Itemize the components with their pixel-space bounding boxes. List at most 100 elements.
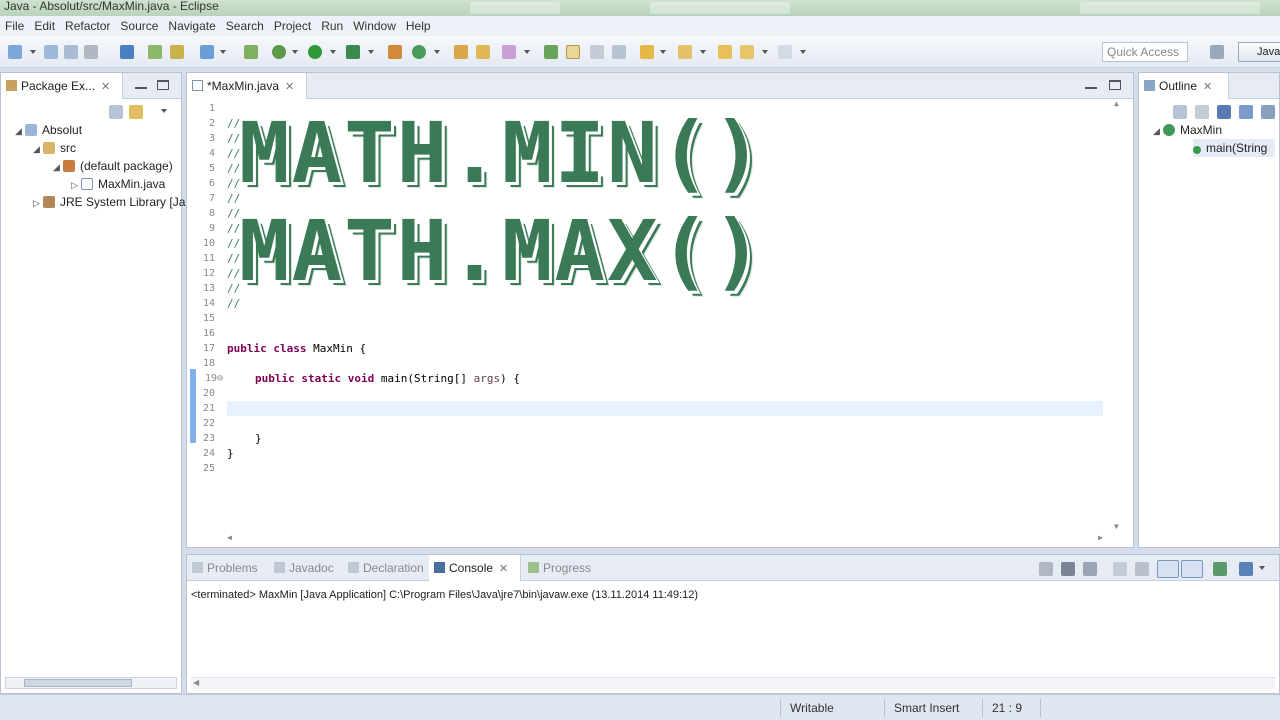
next-annotation-icon[interactable] xyxy=(544,45,558,59)
open-type-icon[interactable] xyxy=(476,45,490,59)
hide-non-public-icon[interactable] xyxy=(1261,105,1275,119)
remove-launch-icon[interactable] xyxy=(1061,562,1075,576)
quick-access-input[interactable]: Quick Access xyxy=(1102,42,1188,62)
menu-file[interactable]: File xyxy=(0,16,29,36)
refresh-dropdown-icon[interactable] xyxy=(434,50,440,54)
build-icon[interactable] xyxy=(148,45,162,59)
horizontal-scrollbar[interactable] xyxy=(5,677,177,689)
sort-icon[interactable] xyxy=(1195,105,1209,119)
scrollbar-thumb[interactable] xyxy=(24,679,132,687)
forward-dropdown-icon[interactable] xyxy=(800,50,806,54)
show-on-stdout-icon[interactable] xyxy=(1157,560,1179,578)
run-icon[interactable] xyxy=(308,45,322,59)
view-menu-icon[interactable] xyxy=(161,109,167,113)
scroll-left-icon[interactable]: ◀ xyxy=(193,678,199,687)
collapsed-icon[interactable]: ▷ xyxy=(71,176,81,194)
new-class-icon[interactable] xyxy=(388,45,402,59)
task-dropdown-icon[interactable] xyxy=(220,50,226,54)
expanded-icon[interactable]: ◢ xyxy=(53,158,63,176)
tab-console[interactable]: Console ✕ xyxy=(429,555,521,581)
menu-help[interactable]: Help xyxy=(401,16,436,36)
tab-outline[interactable]: Outline ✕ xyxy=(1139,73,1229,99)
debug-dropdown-icon[interactable] xyxy=(292,50,298,54)
scroll-left-icon[interactable]: ◀ xyxy=(227,533,232,542)
search-icon[interactable] xyxy=(502,45,516,59)
menu-window[interactable]: Window xyxy=(348,16,401,36)
hide-fields-icon[interactable] xyxy=(1217,105,1231,119)
forward-icon[interactable] xyxy=(778,45,792,59)
tree-item-src[interactable]: ◢ src xyxy=(33,139,76,157)
tree-item-project[interactable]: ◢ Absolut xyxy=(15,121,82,139)
show-whitespace-icon[interactable] xyxy=(612,45,626,59)
link-icon[interactable] xyxy=(120,45,134,59)
last-edit-icon[interactable] xyxy=(740,45,754,59)
new-dropdown-icon[interactable] xyxy=(30,50,36,54)
tab-declaration[interactable]: Declaration xyxy=(343,555,427,581)
tree-item-default-package[interactable]: ◢ (default package) xyxy=(53,157,173,175)
tab-maxmin-java[interactable]: *MaxMin.java ✕ xyxy=(187,73,307,99)
block-selection-icon[interactable] xyxy=(590,45,604,59)
menu-run[interactable]: Run xyxy=(316,16,348,36)
save-icon[interactable] xyxy=(44,45,58,59)
new-java-project-icon[interactable] xyxy=(244,45,258,59)
tab-javadoc[interactable]: Javadoc xyxy=(269,555,343,581)
display-console-icon[interactable] xyxy=(1239,562,1253,576)
close-icon[interactable]: ✕ xyxy=(499,563,508,575)
collapsed-icon[interactable]: ▷ xyxy=(33,194,43,212)
java-perspective-button[interactable]: Java xyxy=(1238,42,1280,62)
refresh-icon[interactable] xyxy=(412,45,426,59)
menu-source[interactable]: Source xyxy=(115,16,163,36)
minimize-icon[interactable] xyxy=(135,83,147,89)
close-icon[interactable]: ✕ xyxy=(285,81,294,93)
remove-all-terminated-icon[interactable] xyxy=(1083,562,1097,576)
debug-icon[interactable] xyxy=(272,45,286,59)
clear-console-icon[interactable] xyxy=(1113,562,1127,576)
expanded-icon[interactable]: ◢ xyxy=(33,140,43,158)
show-on-stderr-icon[interactable] xyxy=(1181,560,1203,578)
tree-item-maxmin-java[interactable]: ▷ MaxMin.java xyxy=(71,175,165,193)
external-tools-icon[interactable] xyxy=(346,45,360,59)
maximize-icon[interactable] xyxy=(1109,80,1121,90)
collapse-all-icon[interactable] xyxy=(109,105,123,119)
open-perspective-icon[interactable] xyxy=(1210,45,1224,59)
toggle-mark-occurrences-icon[interactable] xyxy=(566,45,580,59)
package-icon[interactable] xyxy=(170,45,184,59)
maximize-icon[interactable] xyxy=(157,80,169,90)
save-all-icon[interactable] xyxy=(64,45,78,59)
open-folder-icon[interactable] xyxy=(454,45,468,59)
prev-edit-icon[interactable] xyxy=(678,45,692,59)
back-icon[interactable] xyxy=(718,45,732,59)
close-icon[interactable]: ✕ xyxy=(1203,81,1212,93)
menu-edit[interactable]: Edit xyxy=(29,16,60,36)
tab-progress[interactable]: Progress xyxy=(523,555,603,581)
next-edit-icon[interactable] xyxy=(640,45,654,59)
run-dropdown-icon[interactable] xyxy=(330,50,336,54)
vertical-scrollbar[interactable]: ▲ ▼ xyxy=(1113,99,1123,531)
scroll-lock-icon[interactable] xyxy=(1135,562,1149,576)
link-with-editor-icon[interactable] xyxy=(129,105,143,119)
next-edit-dropdown-icon[interactable] xyxy=(660,50,666,54)
search-dropdown-icon[interactable] xyxy=(524,50,530,54)
tab-package-explorer[interactable]: Package Ex... ✕ xyxy=(1,73,123,99)
expanded-icon[interactable]: ◢ xyxy=(15,122,25,140)
external-tools-dropdown-icon[interactable] xyxy=(368,50,374,54)
close-icon[interactable]: ✕ xyxy=(101,81,110,93)
console-horizontal-scrollbar[interactable]: ◀ xyxy=(191,677,1275,689)
menu-navigate[interactable]: Navigate xyxy=(163,16,220,36)
display-console-dropdown-icon[interactable] xyxy=(1259,566,1265,570)
print-icon[interactable] xyxy=(84,45,98,59)
hide-static-icon[interactable] xyxy=(1239,105,1253,119)
prev-edit-dropdown-icon[interactable] xyxy=(700,50,706,54)
horizontal-scrollbar[interactable]: ◀ ▶ xyxy=(227,533,1103,545)
back-dropdown-icon[interactable] xyxy=(762,50,768,54)
scroll-down-icon[interactable]: ▼ xyxy=(1114,522,1119,531)
pin-console-icon[interactable] xyxy=(1213,562,1227,576)
expanded-icon[interactable]: ◢ xyxy=(1153,122,1163,140)
tab-problems[interactable]: Problems xyxy=(187,555,267,581)
collapse-all-icon[interactable] xyxy=(1173,105,1187,119)
outline-item-class[interactable]: ◢ MaxMin xyxy=(1153,121,1222,139)
scroll-up-icon[interactable]: ▲ xyxy=(1114,99,1119,108)
menu-project[interactable]: Project xyxy=(269,16,316,36)
minimize-icon[interactable] xyxy=(1085,83,1097,89)
code-editor[interactable]: 1 2 3 4 5 6 7 8 9 10 11 12 13 14 15 16 1… xyxy=(187,99,1133,547)
